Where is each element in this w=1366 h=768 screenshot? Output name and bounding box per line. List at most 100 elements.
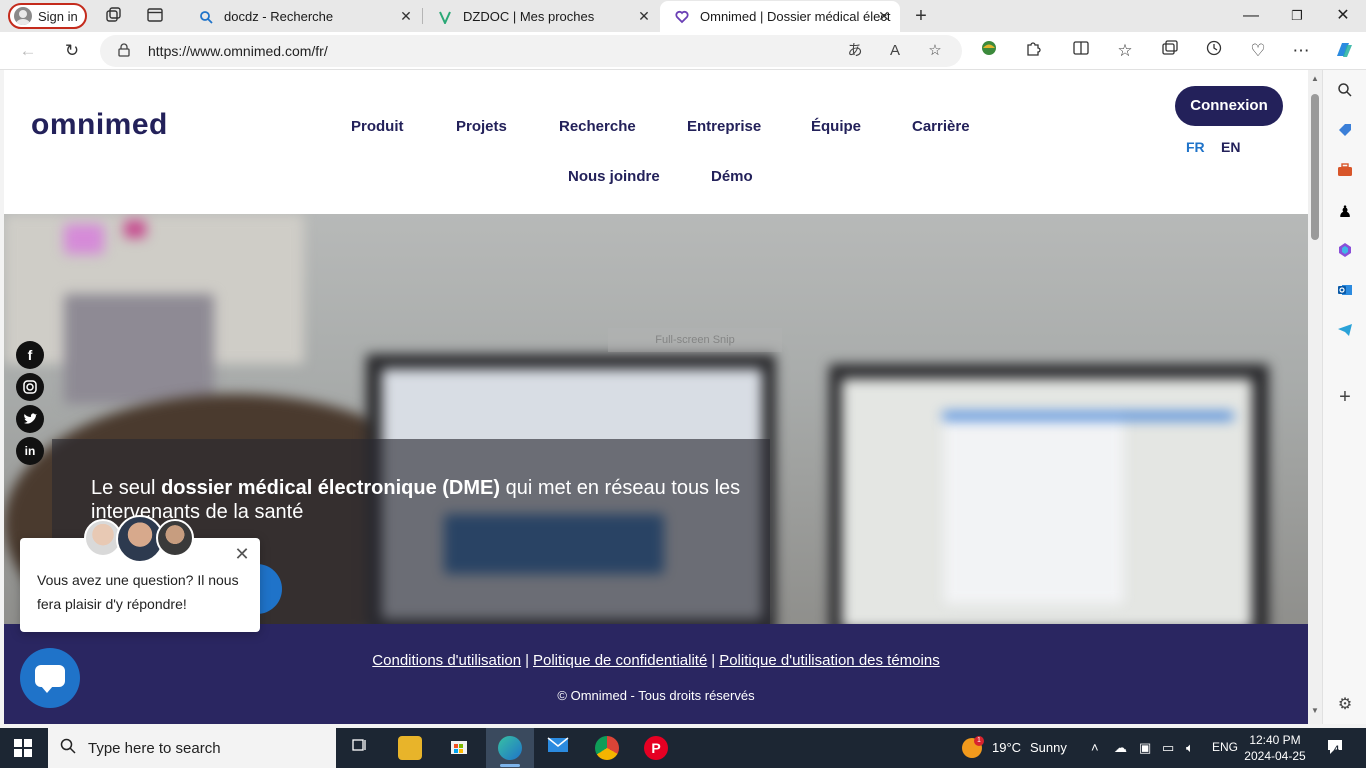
tab-omnimed-active[interactable]: Omnimed | Dossier médical élect ✕ xyxy=(660,1,900,32)
clock-time: 12:40 PM xyxy=(1249,733,1301,747)
network-cloud-icon[interactable]: ☁ xyxy=(1114,740,1127,756)
agent-avatar xyxy=(156,519,194,557)
mail-icon[interactable] xyxy=(546,736,570,760)
copilot-icon[interactable] xyxy=(1332,39,1356,63)
scrollbar-thumb[interactable] xyxy=(1311,94,1319,240)
add-sidebar-app-icon[interactable]: + xyxy=(1334,386,1356,408)
weather-temperature[interactable]: 19°C xyxy=(992,740,1021,755)
microsoft-store-icon[interactable] xyxy=(447,736,471,760)
url-text: https://www.omnimed.com/fr/ xyxy=(148,43,328,59)
file-explorer-icon[interactable] xyxy=(398,736,422,760)
sign-in-label: Sign in xyxy=(38,8,78,24)
read-aloud-icon[interactable]: A xyxy=(884,40,906,62)
hero-text-bold: dossier médical électronique (DME) xyxy=(161,477,501,499)
nav-nous-joindre[interactable]: Nous joindre xyxy=(568,168,660,185)
nav-demo[interactable]: Démo xyxy=(711,168,753,185)
footer-separator: | xyxy=(711,652,716,669)
cookies-link[interactable]: Politique d'utilisation des témoins xyxy=(719,652,940,669)
collections-icon[interactable] xyxy=(1158,39,1182,63)
outlook-icon[interactable] xyxy=(1334,282,1356,304)
volume-speaker-icon[interactable]: 🔈︎ xyxy=(1186,740,1194,756)
linkedin-icon[interactable]: in xyxy=(16,437,44,465)
meet-now-camera-icon[interactable]: ▣ xyxy=(1139,740,1151,756)
more-menu-icon[interactable]: ⋯ xyxy=(1289,39,1313,63)
close-tab-icon[interactable]: ✕ xyxy=(876,8,892,24)
chrome-icon[interactable] xyxy=(595,736,619,760)
history-icon[interactable] xyxy=(1202,39,1226,63)
weather-description[interactable]: Sunny xyxy=(1030,740,1067,755)
favorite-star-icon[interactable]: ☆ xyxy=(924,40,946,62)
terms-link[interactable]: Conditions d'utilisation xyxy=(372,652,521,669)
profile-avatar-icon xyxy=(14,7,32,25)
extension-globe-icon[interactable] xyxy=(977,39,1001,63)
tab-docdz-search[interactable]: docdz - Recherche ✕ xyxy=(184,1,422,32)
taskbar-search-box[interactable]: Type here to search xyxy=(48,728,336,768)
browser-tab-strip: Sign in docdz - Recherche ✕ DZDOC | Mes … xyxy=(0,0,1366,32)
favorites-icon[interactable]: ☆ xyxy=(1113,39,1137,63)
scroll-down-icon[interactable]: ▼ xyxy=(1310,706,1320,715)
scroll-up-icon[interactable]: ▲ xyxy=(1310,74,1320,83)
hero-headline: Le seul dossier médical électronique (DM… xyxy=(91,476,751,524)
edge-browser-icon[interactable] xyxy=(498,736,522,760)
nav-projets[interactable]: Projets xyxy=(456,118,507,135)
hero-bg-shape xyxy=(124,220,146,238)
sidebar-settings-gear-icon[interactable]: ⚙ xyxy=(1334,694,1356,716)
nav-recherche[interactable]: Recherche xyxy=(559,118,636,135)
instagram-icon[interactable] xyxy=(16,373,44,401)
show-hidden-icons-chevron-icon[interactable]: ˄ xyxy=(1091,740,1099,755)
battery-icon[interactable]: ▭ xyxy=(1162,740,1174,756)
notification-center-icon[interactable]: 4 xyxy=(1326,738,1344,756)
minimize-icon[interactable]: — xyxy=(1228,0,1274,32)
sign-in-button[interactable]: Sign in xyxy=(8,3,87,29)
close-window-icon[interactable]: ✕ xyxy=(1320,0,1366,32)
performance-heart-icon[interactable]: ♡ xyxy=(1246,39,1270,63)
page-scrollbar[interactable]: ▲ ▼ xyxy=(1308,70,1322,724)
connexion-button[interactable]: Connexion xyxy=(1175,86,1283,126)
twitter-icon[interactable] xyxy=(16,405,44,433)
nav-carriere[interactable]: Carrière xyxy=(912,118,970,135)
address-bar[interactable]: https://www.omnimed.com/fr/ あ A ☆ xyxy=(100,35,962,67)
footer-separator: | xyxy=(525,652,529,669)
tab-title: DZDOC | Mes proches xyxy=(463,9,595,24)
pinterest-icon[interactable]: P xyxy=(644,736,668,760)
windows-taskbar: Type here to search P 1 19°C Sunny ˄ ☁ ▣… xyxy=(0,728,1366,768)
sidebar-search-icon[interactable] xyxy=(1334,82,1356,104)
lang-en-link[interactable]: EN xyxy=(1221,139,1240,155)
extensions-puzzle-icon[interactable] xyxy=(1021,39,1045,63)
lang-fr-link[interactable]: FR xyxy=(1186,139,1205,155)
refresh-icon[interactable]: ↻ xyxy=(60,39,84,63)
shopping-tag-icon[interactable] xyxy=(1334,122,1356,144)
system-clock[interactable]: 12:40 PM 2024-04-25 xyxy=(1244,732,1306,764)
translate-icon[interactable]: あ xyxy=(844,40,866,62)
tab-actions-icon[interactable] xyxy=(145,6,165,26)
facebook-icon[interactable]: f xyxy=(16,341,44,369)
site-header: omnimed Produit Projets Recherche Entrep… xyxy=(4,70,1308,214)
omnimed-logo[interactable]: omnimed xyxy=(31,108,168,142)
privacy-link[interactable]: Politique de confidentialité xyxy=(533,652,707,669)
tools-briefcase-icon[interactable] xyxy=(1334,162,1356,184)
windows-start-icon[interactable] xyxy=(14,739,32,757)
close-tab-icon[interactable]: ✕ xyxy=(398,8,414,24)
hero-text-pre: Le seul xyxy=(91,477,162,499)
nav-produit[interactable]: Produit xyxy=(351,118,404,135)
close-chat-popup-icon[interactable]: ✕ xyxy=(232,544,252,564)
workspaces-icon[interactable] xyxy=(103,6,123,26)
task-view-icon[interactable] xyxy=(348,736,372,760)
games-chess-icon[interactable]: ♟ xyxy=(1334,202,1356,224)
nav-entreprise[interactable]: Entreprise xyxy=(687,118,761,135)
split-screen-icon[interactable] xyxy=(1069,39,1093,63)
restore-icon[interactable]: ❐ xyxy=(1274,0,1320,32)
chat-launcher-button[interactable] xyxy=(20,648,80,708)
close-tab-icon[interactable]: ✕ xyxy=(636,8,652,24)
send-telegram-icon[interactable] xyxy=(1334,322,1356,344)
edge-sidebar: ♟ + ⚙ xyxy=(1322,70,1366,724)
nav-equipe[interactable]: Équipe xyxy=(811,118,861,135)
input-language-indicator[interactable]: ENG xyxy=(1212,740,1238,754)
hero-bg-shape xyxy=(64,224,104,254)
tab-dzdoc[interactable]: DZDOC | Mes proches ✕ xyxy=(423,1,660,32)
back-icon[interactable]: ← xyxy=(16,39,40,63)
new-tab-icon[interactable]: + xyxy=(911,6,931,26)
search-icon xyxy=(60,738,76,759)
microsoft-365-icon[interactable] xyxy=(1334,242,1356,264)
copyright-text: © Omnimed - Tous droits réservés xyxy=(557,688,755,703)
